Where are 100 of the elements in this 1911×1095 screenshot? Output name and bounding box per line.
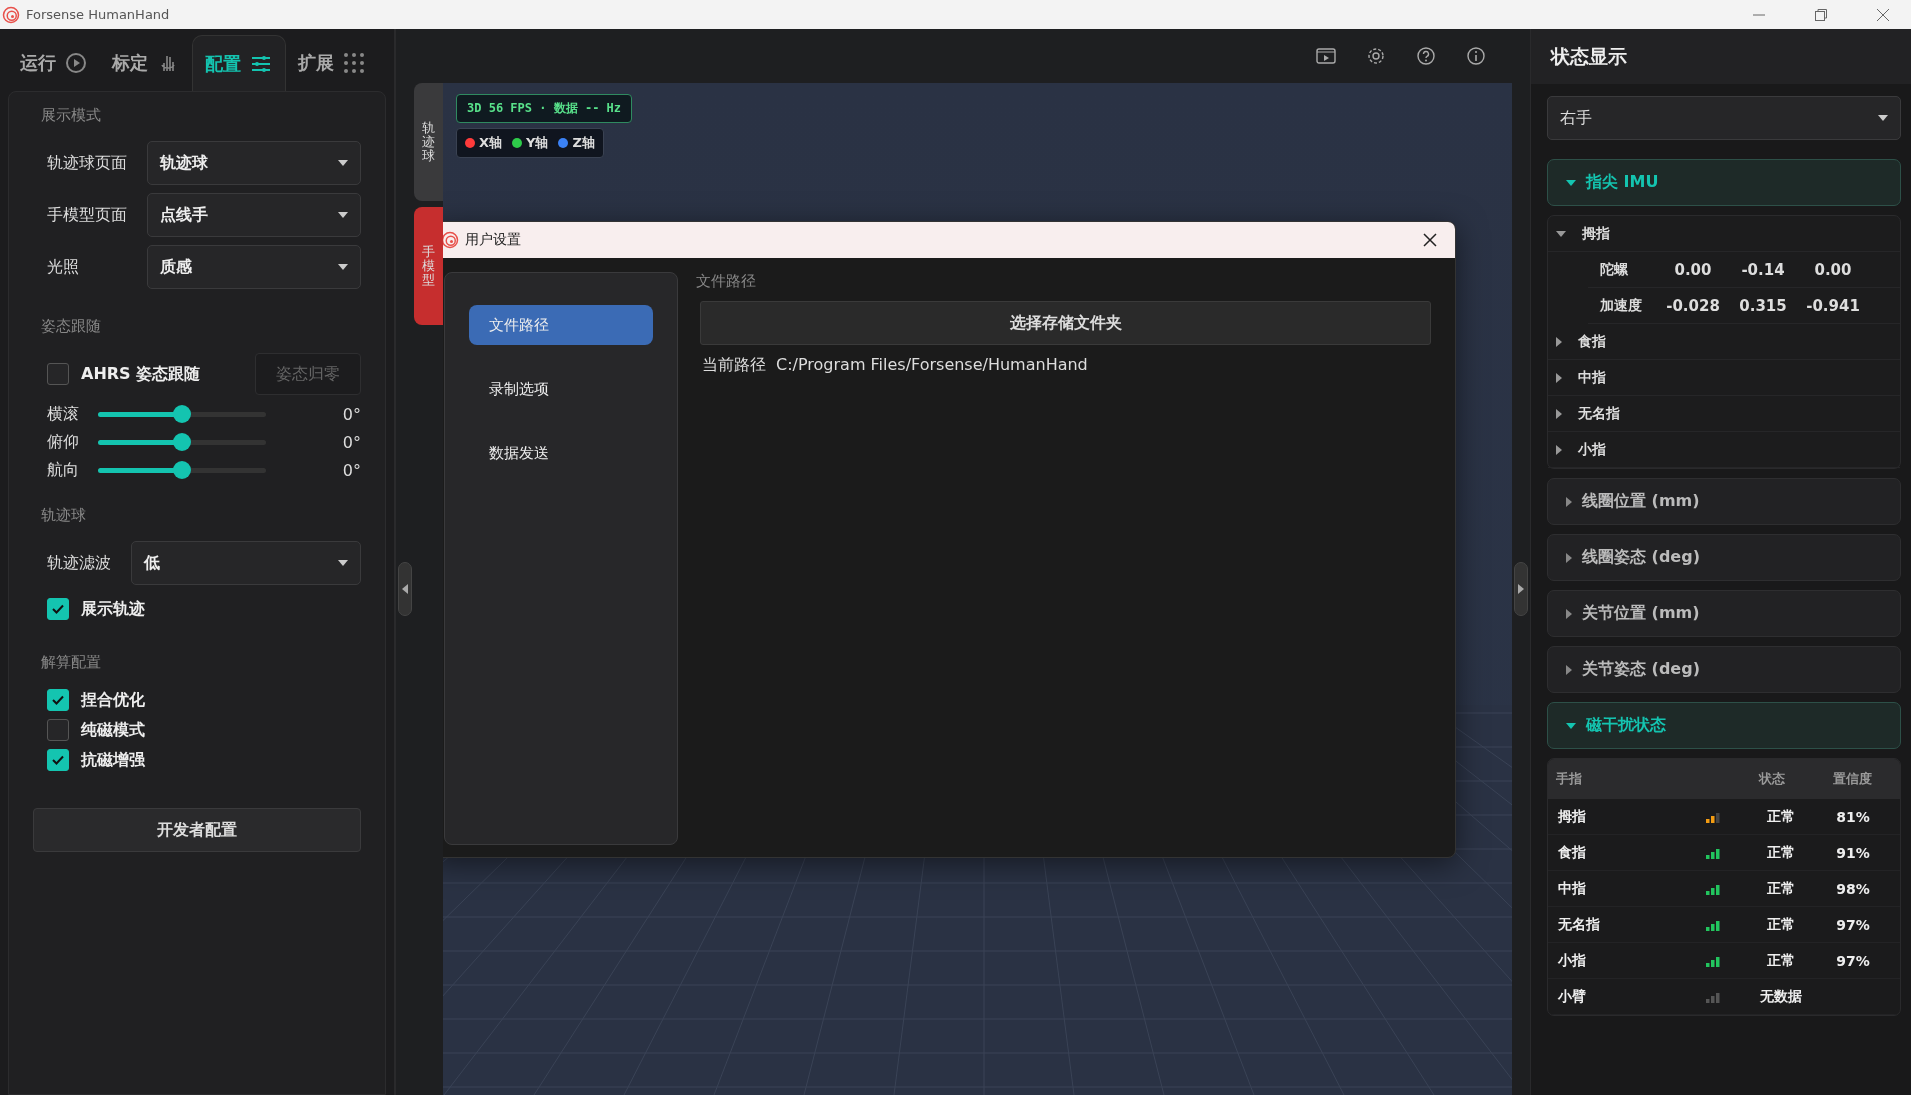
- slider-label: 航向: [47, 459, 80, 481]
- main-tab[interactable]: 标定: [100, 35, 192, 91]
- panel-title: 状态显示: [1531, 29, 1911, 84]
- checkbox[interactable]: [47, 598, 69, 620]
- checkbox[interactable]: [47, 689, 69, 711]
- dropdown[interactable]: 低: [131, 541, 361, 585]
- checkbox[interactable]: [47, 749, 69, 771]
- collapse-right-handle[interactable]: [1514, 562, 1528, 616]
- path-label: 当前路径: [702, 355, 766, 376]
- sensor-value: 0.315: [1738, 296, 1788, 315]
- table-cell-text: 98%: [1835, 880, 1871, 897]
- slider-reading: 0°: [342, 404, 361, 424]
- section-header[interactable]: 关节姿态 (deg): [1547, 646, 1901, 693]
- table-cell-text: 无数据: [1759, 987, 1803, 1006]
- close-icon: [1423, 233, 1437, 247]
- dropdown[interactable]: 质感: [147, 245, 361, 289]
- tree-item[interactable]: 拇指: [1548, 216, 1900, 252]
- main-tab[interactable]: 扩展: [286, 35, 378, 91]
- play-icon: [64, 51, 88, 75]
- slider-thumb[interactable]: [173, 404, 191, 423]
- caret-icon: [338, 264, 348, 270]
- caret-icon: [1878, 115, 1888, 121]
- tree-item[interactable]: 食指: [1548, 324, 1900, 360]
- sensor-value: -0.028: [1665, 296, 1721, 315]
- column-header: 手指: [1556, 770, 1583, 788]
- main-tab[interactable]: 配置: [192, 35, 286, 91]
- tree-item[interactable]: 小指: [1548, 432, 1900, 468]
- grid-icon: [342, 51, 366, 75]
- section-label: 文件路径: [696, 272, 757, 291]
- field-label: 轨迹滤波: [47, 552, 112, 574]
- section-header[interactable]: 指尖 IMU: [1547, 159, 1901, 206]
- section-label: 展示模式: [41, 106, 102, 125]
- dropdown[interactable]: 点线手: [147, 193, 361, 237]
- section-header[interactable]: 线圈位置 (mm): [1547, 478, 1901, 525]
- hand-dropdown[interactable]: 右手: [1547, 96, 1901, 140]
- table-cell-text: 小指: [1558, 951, 1587, 970]
- table-cell-text: 81%: [1835, 808, 1871, 825]
- axis-label: Y轴: [526, 134, 549, 152]
- slider-label: 俯仰: [47, 431, 80, 453]
- slider-reading: 0°: [342, 460, 361, 480]
- path-value: C:/Program Files/Forsense/HumanHand: [776, 355, 1088, 376]
- check-icon: [51, 602, 65, 616]
- sensor-label: 陀螺: [1599, 260, 1629, 279]
- info-icon[interactable]: [1464, 44, 1488, 68]
- axis-label: X轴: [479, 134, 503, 152]
- table-cell-text: 中指: [1558, 879, 1587, 898]
- help-icon[interactable]: [1414, 44, 1438, 68]
- collapse-left-handle[interactable]: [398, 562, 412, 616]
- sensor-value: 0.00: [1673, 260, 1713, 279]
- nav-item[interactable]: 数据发送: [469, 433, 653, 473]
- nav-item[interactable]: 录制选项: [469, 369, 653, 409]
- view-tab[interactable]: 手模型: [414, 207, 443, 325]
- section-header[interactable]: 关节位置 (mm): [1547, 590, 1901, 637]
- caret-icon: [338, 160, 348, 166]
- section-label: 解算配置: [41, 653, 102, 672]
- tree-item[interactable]: 无名指: [1548, 396, 1900, 432]
- view-tab[interactable]: 轨迹球: [414, 83, 443, 201]
- column-header: 置信度: [1831, 770, 1873, 788]
- slider-thumb[interactable]: [173, 460, 191, 479]
- sensor-value: -0.941: [1805, 296, 1861, 315]
- section-header[interactable]: 磁干扰状态: [1547, 702, 1901, 749]
- sensor-value: -0.14: [1740, 260, 1786, 279]
- developer-config-button[interactable]: 开发者配置: [33, 808, 361, 852]
- table-cell-text: 97%: [1835, 952, 1871, 969]
- window-title: Forsense HumanHand: [26, 7, 171, 22]
- nav-item[interactable]: 文件路径: [469, 305, 653, 345]
- main-tab[interactable]: 运行: [8, 35, 100, 91]
- table-cell-text: 正常: [1766, 807, 1796, 826]
- check-icon: [51, 693, 65, 707]
- section-header[interactable]: 线圈姿态 (deg): [1547, 534, 1901, 581]
- spiral-logo-icon: [443, 231, 459, 249]
- close-icon: [1877, 8, 1889, 21]
- table-cell-text: 正常: [1766, 915, 1796, 934]
- restore-icon: [1815, 8, 1827, 21]
- field-label: 光照: [47, 256, 80, 278]
- axis-label: Z轴: [572, 134, 595, 152]
- table-cell-text: 无名指: [1558, 915, 1601, 934]
- fps-badge: 3D 56 FPS · 数据 -- Hz: [456, 94, 633, 123]
- section-label: 姿态跟随: [41, 317, 102, 336]
- choose-folder-button[interactable]: 选择存储文件夹: [700, 301, 1431, 345]
- check-icon: [51, 753, 65, 767]
- slider-label: 横滚: [47, 403, 80, 425]
- checkbox[interactable]: [47, 719, 69, 741]
- dialog-title: 用户设置: [465, 231, 522, 249]
- checkbox-label: AHRS 姿态跟随: [81, 363, 201, 385]
- tree-item[interactable]: 中指: [1548, 360, 1900, 396]
- checkbox[interactable]: [47, 363, 69, 385]
- table-cell-text: 正常: [1766, 843, 1796, 862]
- table-cell-text: 正常: [1766, 879, 1796, 898]
- field-label: 轨迹球页面: [47, 152, 128, 174]
- checkbox-label: 展示轨迹: [81, 598, 145, 620]
- spiral-logo-icon: [2, 5, 20, 24]
- table-cell-text: 91%: [1835, 844, 1871, 861]
- checkbox-label: 纯磁模式: [81, 719, 145, 741]
- dropdown[interactable]: 轨迹球: [147, 141, 361, 185]
- table-cell-text: 食指: [1558, 843, 1587, 862]
- table-cell-text: 小臂: [1558, 987, 1587, 1006]
- table-cell-text: 拇指: [1558, 807, 1587, 826]
- slider-thumb[interactable]: [173, 432, 191, 451]
- checkbox-label: 捏合优化: [81, 689, 145, 711]
